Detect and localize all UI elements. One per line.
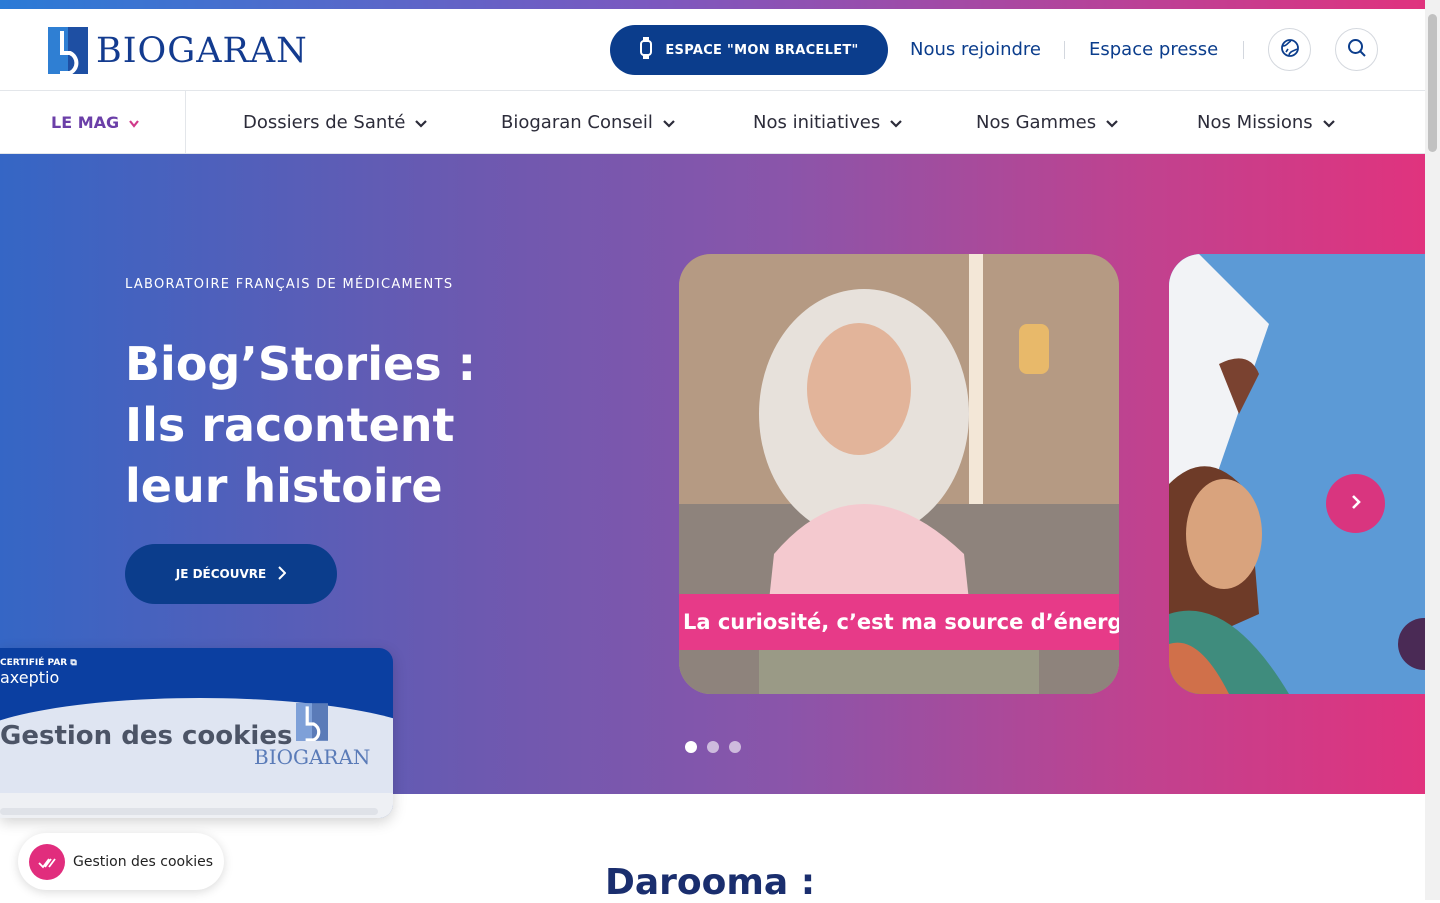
cookie-icon xyxy=(29,843,65,880)
chevron-right-icon xyxy=(1351,494,1361,514)
espace-presse-link[interactable]: Espace presse xyxy=(1089,39,1218,60)
slide-card-illustration[interactable] xyxy=(1169,254,1425,694)
nav-item-nos-gammes[interactable]: Nos Gammes xyxy=(976,91,1118,153)
globe-icon xyxy=(1280,38,1300,62)
logo-mark-icon xyxy=(48,27,88,75)
cookie-panel-brand-text: BIOGARAN xyxy=(254,745,371,769)
cookie-settings-button[interactable]: Gestion des cookies xyxy=(18,833,224,890)
chevron-down-icon xyxy=(415,112,428,133)
slide-card-portrait[interactable]: La curiosité, c’est ma source d’énergie … xyxy=(679,254,1119,694)
cookie-panel-logo: BIOGARAN xyxy=(254,703,370,769)
nav-item-label: Nos Gammes xyxy=(976,111,1097,133)
logo-mark-icon xyxy=(296,703,329,741)
chevron-down-icon xyxy=(890,112,903,133)
logo-text: BIOGARAN xyxy=(96,30,308,71)
carousel-next-button[interactable] xyxy=(1326,474,1385,533)
chevron-down-icon xyxy=(663,112,675,133)
axeptio-brand[interactable]: axeptio xyxy=(0,668,59,687)
hero-title: Biog’Stories : Ils racontent leur histoi… xyxy=(125,337,476,513)
nav-item-nos-missions[interactable]: Nos Missions xyxy=(1197,91,1335,153)
nav-item-biogaran-conseil[interactable]: Biogaran Conseil xyxy=(501,91,675,153)
biogaran-logo[interactable]: BIOGARAN xyxy=(48,27,308,75)
cookie-settings-label: Gestion des cookies xyxy=(73,853,213,870)
header-divider xyxy=(1243,41,1244,59)
nav-item-dossiers-sante[interactable]: Dossiers de Santé xyxy=(243,91,428,153)
search-button[interactable] xyxy=(1335,28,1378,71)
chevron-down-icon xyxy=(1322,112,1335,133)
slide-caption: La curiosité, c’est ma source d’énergie … xyxy=(679,594,1119,650)
carousel-dot[interactable] xyxy=(707,741,719,753)
watch-icon xyxy=(639,37,653,63)
top-gradient-strip xyxy=(0,0,1425,9)
nous-rejoindre-link[interactable]: Nous rejoindre xyxy=(910,39,1041,60)
nav-item-le-mag[interactable]: LE MAG xyxy=(0,91,186,153)
section-title: Darooma : xyxy=(605,862,816,903)
hero-eyebrow: LABORATOIRE FRANÇAIS DE MÉDICAMENTS xyxy=(125,277,454,292)
chevron-right-icon xyxy=(278,565,287,583)
header-divider xyxy=(1064,41,1065,59)
nav-item-label: Nos Missions xyxy=(1197,111,1313,133)
carousel-dot[interactable] xyxy=(685,741,697,753)
cta-label: JE DÉCOUVRE xyxy=(175,567,267,581)
page-scrollbar[interactable] xyxy=(1425,0,1440,900)
espace-bracelet-button[interactable]: ESPACE "MON BRACELET" xyxy=(610,25,888,75)
site-header: BIOGARAN ESPACE "MON BRACELET" Nous rejo… xyxy=(0,9,1425,90)
main-nav: LE MAG Dossiers de Santé Biogaran Consei… xyxy=(0,90,1425,154)
search-icon xyxy=(1347,38,1367,62)
illustration-art xyxy=(1169,254,1425,694)
espace-bracelet-label: ESPACE "MON BRACELET" xyxy=(665,42,859,58)
nav-item-label: Nos initiatives xyxy=(753,111,881,133)
carousel-dot[interactable] xyxy=(729,741,741,753)
cookie-consent-panel: CERTIFIÉ PAR ⧉ axeptio Gestion des cooki… xyxy=(0,648,393,818)
carousel-dots xyxy=(685,741,741,753)
chevron-down-icon xyxy=(1106,112,1118,133)
nav-item-label: LE MAG xyxy=(51,112,120,132)
je-decouvre-button[interactable]: JE DÉCOUVRE xyxy=(125,544,337,604)
chevron-down-icon xyxy=(129,113,139,132)
external-link-icon: ⧉ xyxy=(70,658,77,668)
nav-item-nos-initiatives[interactable]: Nos initiatives xyxy=(753,91,903,153)
nav-item-label: Dossiers de Santé xyxy=(243,111,406,133)
nav-item-label: Biogaran Conseil xyxy=(501,111,653,133)
certified-label: CERTIFIÉ PAR ⧉ xyxy=(0,658,77,668)
language-button[interactable] xyxy=(1268,28,1311,71)
cookie-panel-title: Gestion des cookies xyxy=(0,721,293,751)
cookie-panel-progress xyxy=(0,808,378,815)
scrollbar-thumb[interactable] xyxy=(1428,14,1437,152)
